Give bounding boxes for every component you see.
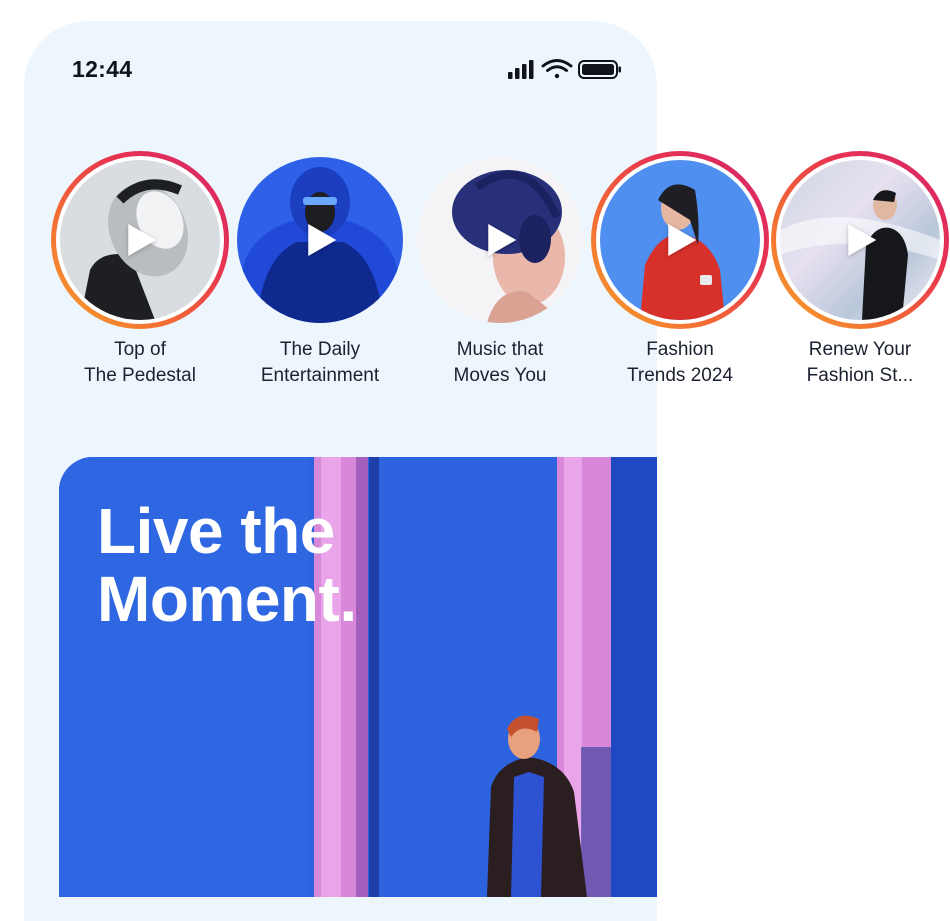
story-label: Music that Moves You xyxy=(453,339,547,386)
play-icon xyxy=(488,224,517,256)
status-time: 12:44 xyxy=(72,56,133,82)
story-thumbnail xyxy=(600,160,760,320)
story-thumbnail xyxy=(417,157,583,323)
play-icon xyxy=(308,224,337,256)
story-thumbnail xyxy=(237,157,403,323)
story-label: Renew Your Fashion St... xyxy=(806,339,914,386)
wifi-icon xyxy=(541,59,573,79)
story-thumbnail xyxy=(780,160,940,320)
play-icon xyxy=(848,224,877,256)
story-label: Fashion Trends 2024 xyxy=(627,339,733,386)
story-thumbnail xyxy=(60,160,220,320)
story-label: The Daily Entertainment xyxy=(260,339,380,386)
hero-banner[interactable]: Live the Moment. xyxy=(59,457,657,897)
play-icon xyxy=(128,224,157,256)
play-icon xyxy=(668,224,697,256)
status-icons xyxy=(506,58,622,80)
hero-title: Live the Moment. xyxy=(97,495,357,635)
signal-icon xyxy=(508,60,534,79)
story-label: Top of The Pedestal xyxy=(84,339,196,386)
battery-icon xyxy=(578,60,621,79)
